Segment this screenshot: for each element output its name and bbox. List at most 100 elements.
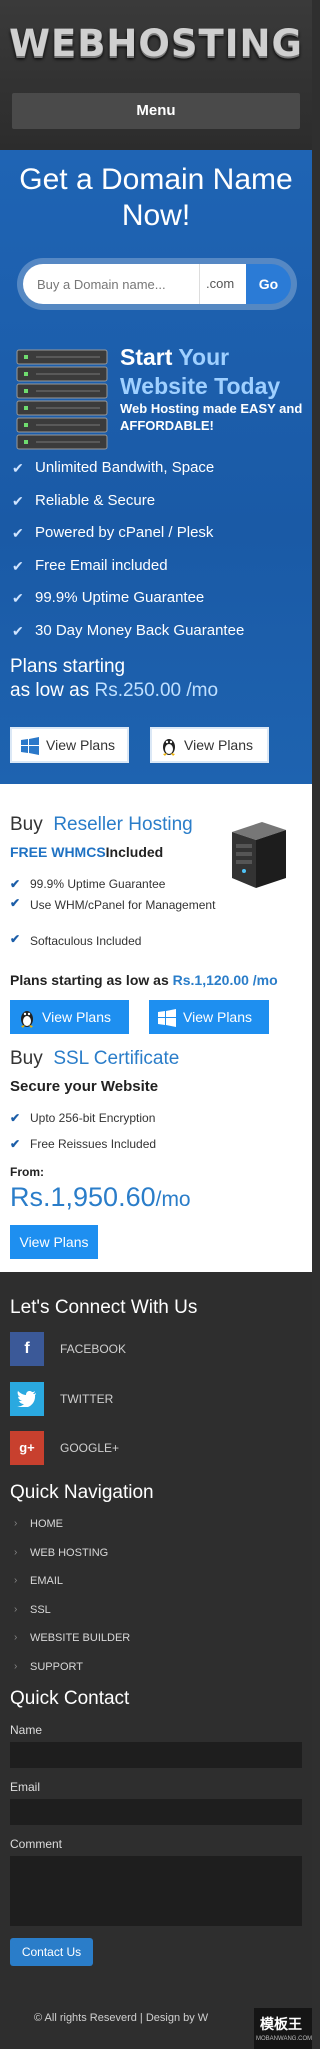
nav-label: WEB HOSTING bbox=[30, 1546, 109, 1559]
feature-label: 99.9% Uptime Guarantee bbox=[30, 877, 166, 891]
nav-label: SSL bbox=[30, 1603, 51, 1616]
domain-heading: Get a Domain Name Now! bbox=[19, 163, 293, 232]
nav-label: WEBSITE BUILDER bbox=[30, 1632, 131, 1644]
watermark-url: MOBANWANG.COM bbox=[256, 2036, 313, 2042]
feature-label: Use WHM/cPanel for Management bbox=[30, 898, 216, 912]
domain-search-input[interactable] bbox=[23, 264, 203, 304]
social-facebook[interactable]: f FACEBOOK bbox=[10, 1332, 210, 1366]
menu-button[interactable]: Menu bbox=[12, 93, 300, 129]
button-label: View Plans bbox=[183, 1009, 253, 1025]
list-item: ✔ Use WHM/cPanel for Management bbox=[10, 896, 220, 932]
your-word: Your bbox=[178, 344, 230, 370]
list-item: ✔ Softaculous Included bbox=[10, 932, 220, 951]
quick-nav-title: Quick Navigation bbox=[10, 1482, 154, 1503]
reseller-plans-text: Plans starting as low as Rs.1,120.00 /mo bbox=[10, 972, 278, 988]
product-name[interactable]: Reseller Hosting bbox=[53, 814, 192, 835]
feature-label: Upto 256-bit Encryption bbox=[30, 1111, 156, 1125]
nav-item-support[interactable]: › SUPPORT bbox=[10, 1653, 130, 1682]
check-icon: ✔ bbox=[12, 557, 24, 574]
check-icon: ✔ bbox=[12, 525, 24, 541]
comment-label: Comment bbox=[10, 1837, 63, 1851]
from-label: From: bbox=[10, 1165, 44, 1179]
nav-item-home[interactable]: › HOME bbox=[10, 1510, 130, 1539]
button-label: View Plans bbox=[184, 737, 254, 753]
plans-prefix: Plans starting as low as bbox=[10, 972, 169, 988]
list-item: ✔ Reliable & Secure bbox=[12, 485, 302, 518]
plans-prefix: as low as bbox=[10, 680, 90, 701]
domain-section: Get a Domain Name Now! .com ⌄ Go S bbox=[0, 150, 312, 784]
social-label: TWITTER bbox=[60, 1392, 114, 1406]
check-icon: ✔ bbox=[12, 622, 24, 639]
ssl-view-plans-button[interactable]: View Plans bbox=[10, 1225, 98, 1259]
google-plus-icon: g+ bbox=[10, 1431, 44, 1465]
nav-label: HOME bbox=[30, 1518, 63, 1530]
connect-title: Let's Connect With Us bbox=[10, 1297, 198, 1318]
quick-nav-list: › HOME › WEB HOSTING › EMAIL › SSL › WEBSITE … bbox=[10, 1510, 130, 1681]
windows-icon bbox=[158, 1009, 176, 1028]
comment-field[interactable] bbox=[10, 1856, 302, 1926]
start-word: Start bbox=[120, 344, 173, 370]
chevron-right-icon: › bbox=[14, 1575, 18, 1586]
watermark-text: 模板王 bbox=[260, 2016, 302, 2032]
domain-search-bar: .com ⌄ Go bbox=[17, 258, 297, 310]
ssl-price: Rs.1,950.60/mo bbox=[10, 1182, 191, 1213]
price-unit: /mo bbox=[155, 1188, 191, 1211]
watermark-logo: 模板王 MOBANWANG.COM bbox=[254, 2008, 312, 2049]
site-logo[interactable]: WEBHOSTING bbox=[0, 22, 312, 65]
name-field[interactable] bbox=[10, 1742, 302, 1768]
feature-label: 30 Day Money Back Guarantee bbox=[35, 621, 245, 639]
chevron-right-icon: › bbox=[14, 1632, 18, 1643]
quick-contact-title: Quick Contact bbox=[10, 1688, 130, 1709]
feature-label: Powered by cPanel / Plesk bbox=[35, 524, 214, 541]
button-label: View Plans bbox=[42, 1009, 112, 1025]
go-button[interactable]: Go bbox=[246, 264, 291, 304]
view-plans-button-1[interactable]: View Plans bbox=[10, 1000, 129, 1034]
server-tower-icon bbox=[232, 822, 286, 888]
list-item: ✔ 99.9% Uptime Guarantee bbox=[12, 582, 302, 615]
nav-item-ssl[interactable]: › SSL bbox=[10, 1596, 130, 1625]
chevron-right-icon: › bbox=[14, 1660, 18, 1672]
linux-tux-icon bbox=[21, 1011, 33, 1029]
list-item: ✔ Free Email included bbox=[12, 550, 302, 583]
ssl-subtitle: Secure your Website bbox=[10, 1078, 159, 1095]
price-value: Rs.1,950.60 bbox=[10, 1182, 156, 1212]
ssl-heading: Buy SSL Certificate bbox=[10, 1048, 179, 1070]
included-word: Included bbox=[105, 844, 164, 860]
ssl-feature-list: ✔ Upto 256-bit Encryption ✔ Free Reissues … bbox=[10, 1111, 290, 1163]
contact-us-button[interactable]: Contact Us bbox=[10, 1938, 93, 1966]
facebook-icon: f bbox=[10, 1332, 44, 1366]
server-rack-icon bbox=[16, 349, 108, 450]
plans-price-text: Plans starting as low as Rs.250.00 /mo bbox=[10, 655, 218, 703]
feature-label: Unlimited Bandwith, Space bbox=[35, 459, 215, 476]
site-header: WEBHOSTING Menu bbox=[0, 0, 312, 150]
social-twitter[interactable]: TWITTER bbox=[10, 1382, 210, 1416]
chevron-right-icon: › bbox=[14, 1546, 18, 1558]
list-item: ✔ Upto 256-bit Encryption bbox=[10, 1111, 290, 1137]
nav-item-website-builder[interactable]: › WEBSITE BUILDER bbox=[10, 1624, 130, 1653]
list-item: ✔ Powered by cPanel / Plesk bbox=[12, 517, 302, 550]
check-icon: ✔ bbox=[10, 1137, 21, 1151]
tagline: Web Hosting made EASY and AFFORDABLE! bbox=[120, 401, 303, 433]
list-item: ✔ Free Reissues Included bbox=[10, 1137, 290, 1163]
view-plans-windows-button[interactable]: View Plans bbox=[10, 727, 129, 763]
feature-label: Free Reissues Included bbox=[30, 1137, 157, 1151]
reseller-heading: Buy Reseller Hosting bbox=[10, 814, 193, 836]
feature-label: Reliable & Secure bbox=[35, 491, 156, 509]
plans-line1: Plans starting bbox=[10, 656, 126, 677]
product-name[interactable]: SSL Certificate bbox=[53, 1048, 179, 1069]
website-today: Website Today bbox=[120, 373, 281, 399]
check-icon: ✔ bbox=[10, 896, 21, 910]
nav-item-web-hosting[interactable]: › WEB HOSTING bbox=[10, 1539, 130, 1568]
social-google-plus[interactable]: g+ GOOGLE+ bbox=[10, 1431, 210, 1465]
plans-price: Rs.250.00 /mo bbox=[94, 680, 219, 701]
name-label: Name bbox=[10, 1723, 43, 1737]
check-icon: ✔ bbox=[10, 1111, 21, 1125]
button-label: View Plans bbox=[46, 737, 116, 753]
nav-item-email[interactable]: › EMAIL bbox=[10, 1567, 130, 1596]
email-field[interactable] bbox=[10, 1799, 302, 1825]
view-plans-button-2[interactable]: View Plans bbox=[149, 1000, 269, 1034]
view-plans-linux-button[interactable]: View Plans bbox=[150, 727, 269, 763]
check-icon: ✔ bbox=[10, 932, 21, 946]
chevron-right-icon: › bbox=[14, 1518, 18, 1529]
check-icon: ✔ bbox=[12, 590, 24, 606]
